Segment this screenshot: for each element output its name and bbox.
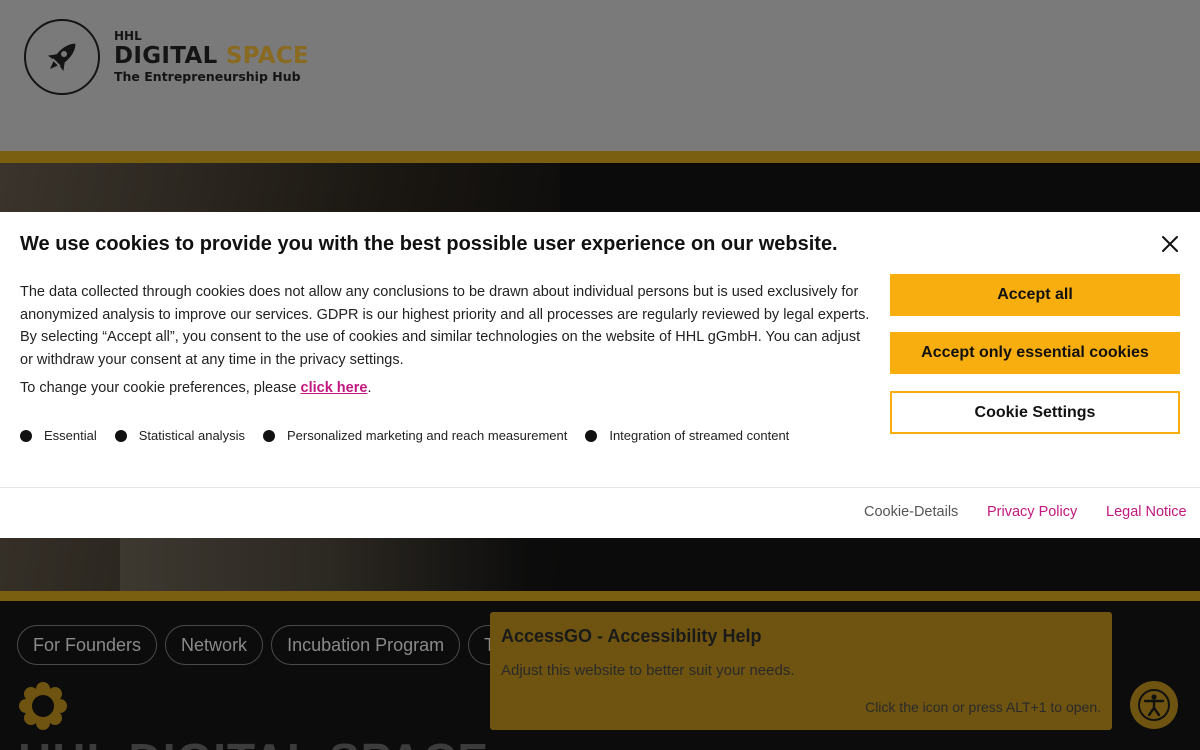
rocket-icon bbox=[24, 19, 100, 95]
close-icon[interactable] bbox=[1158, 232, 1182, 256]
cookie-prefs-text: To change your cookie preferences, pleas… bbox=[20, 380, 372, 396]
nav-pill-founders[interactable]: For Founders bbox=[17, 625, 158, 665]
header-stripe bbox=[0, 151, 1200, 163]
page-title: HHL DIGITAL SPACE bbox=[18, 735, 489, 750]
nav-pill-network[interactable]: Network bbox=[165, 625, 264, 665]
logo-subtitle: The Entrepreneurship Hub bbox=[114, 69, 301, 84]
sun-icon bbox=[18, 681, 68, 731]
category-nav: For Founders Network Incubation Program … bbox=[17, 625, 527, 665]
category-marketing[interactable]: Personalized marketing and reach measure… bbox=[262, 428, 567, 443]
radio-dot-icon bbox=[20, 429, 32, 442]
cookie-settings-button[interactable]: Cookie Settings bbox=[890, 391, 1180, 434]
privacy-policy-link[interactable]: Privacy Policy bbox=[987, 504, 1077, 520]
cookie-title: We use cookies to provide you with the b… bbox=[20, 233, 838, 255]
category-essential[interactable]: Essential bbox=[20, 428, 97, 443]
category-statistical[interactable]: Statistical analysis bbox=[114, 428, 245, 443]
accessgo-hint: Click the icon or press ALT+1 to open. bbox=[865, 699, 1101, 715]
radio-dot-icon bbox=[585, 429, 598, 442]
hero-stripe bbox=[0, 591, 1200, 601]
cookie-description: The data collected through cookies does … bbox=[20, 284, 870, 368]
cookie-details-link[interactable]: Cookie-Details bbox=[864, 504, 958, 520]
site-header: HHL DIGITAL SPACE The Entrepreneurship H… bbox=[0, 0, 1200, 151]
legal-notice-link[interactable]: Legal Notice bbox=[1106, 504, 1187, 520]
accessibility-icon bbox=[1138, 689, 1170, 721]
accept-essential-button[interactable]: Accept only essential cookies bbox=[890, 332, 1180, 374]
divider bbox=[0, 487, 1200, 488]
accessibility-button[interactable] bbox=[1130, 681, 1178, 729]
radio-dot-icon bbox=[262, 429, 275, 442]
logo-text: HHL DIGITAL SPACE The Entrepreneurship H… bbox=[114, 29, 309, 85]
radio-dot-icon bbox=[114, 429, 127, 442]
logo-hhl: HHL bbox=[114, 29, 142, 43]
site-logo[interactable]: HHL DIGITAL SPACE The Entrepreneurship H… bbox=[24, 19, 309, 95]
accessgo-panel: AccessGO - Accessibility Help Adjust thi… bbox=[490, 612, 1112, 730]
accessgo-text: Adjust this website to better suit your … bbox=[501, 662, 795, 679]
accept-all-button[interactable]: Accept all bbox=[890, 274, 1180, 316]
nav-pill-incubation[interactable]: Incubation Program bbox=[271, 625, 461, 665]
click-here-link[interactable]: click here bbox=[301, 380, 368, 396]
logo-title: DIGITAL SPACE bbox=[114, 43, 310, 69]
accessgo-title: AccessGO - Accessibility Help bbox=[501, 626, 762, 646]
cookie-banner: We use cookies to provide you with the b… bbox=[0, 212, 1200, 538]
category-streamed[interactable]: Integration of streamed content bbox=[585, 428, 789, 443]
cookie-categories: Essential Statistical analysis Personali… bbox=[20, 428, 807, 443]
